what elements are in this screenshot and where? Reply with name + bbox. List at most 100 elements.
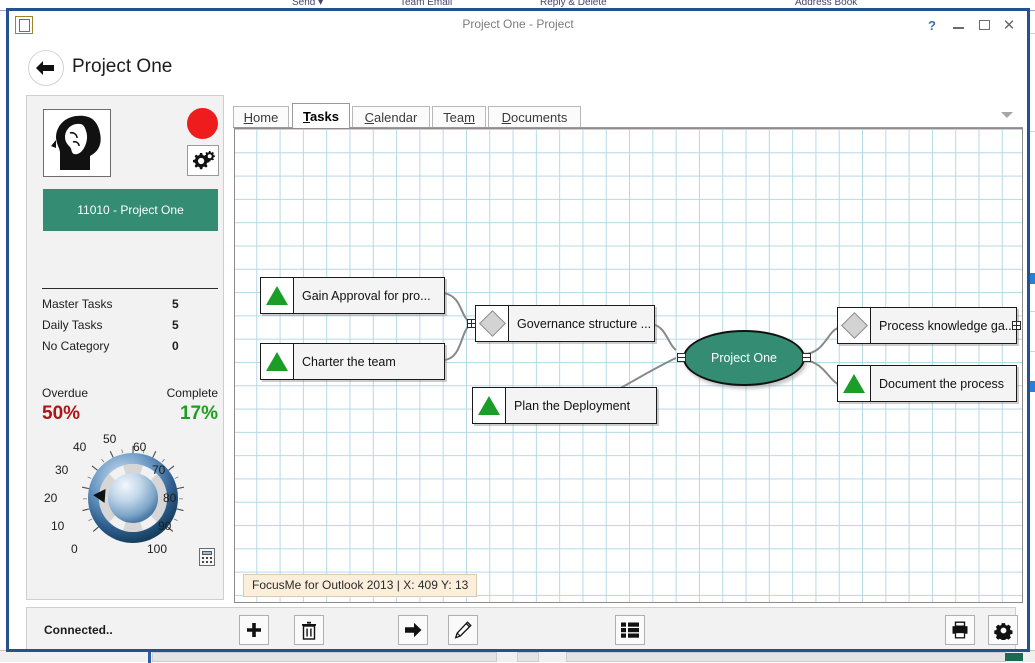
complete-label: Complete bbox=[167, 386, 218, 400]
title-bar: Project One - Project ? ✕ bbox=[9, 11, 1027, 41]
gauge-tick-40: 40 bbox=[73, 440, 86, 454]
tab-strip: Home Tasks Calendar Team Documents bbox=[233, 103, 1023, 128]
back-button[interactable] bbox=[28, 50, 64, 86]
plus-icon bbox=[245, 621, 263, 639]
green-triangle-icon bbox=[473, 388, 506, 423]
move-button[interactable] bbox=[398, 615, 428, 645]
list-grid-icon bbox=[620, 621, 640, 639]
gauge-tick-50: 50 bbox=[103, 432, 116, 446]
gear-icon bbox=[994, 621, 1013, 640]
tab-tasks[interactable]: Tasks bbox=[292, 103, 350, 128]
head-brain-icon bbox=[43, 109, 111, 177]
tab-team[interactable]: Team bbox=[432, 106, 486, 128]
maximize-icon bbox=[979, 20, 990, 30]
bg-ribbon-item: Team Email bbox=[400, 0, 452, 8]
connector-handle[interactable] bbox=[1012, 321, 1021, 330]
stat-value: 5 bbox=[172, 297, 179, 311]
node-gain-approval[interactable]: Gain Approval for pro... bbox=[260, 277, 445, 314]
canvas-status-tooltip: FocusMe for Outlook 2013 | X: 409 Y: 13 bbox=[243, 574, 477, 597]
node-label: Process knowledge ga... bbox=[871, 308, 1016, 343]
close-icon: ✕ bbox=[1003, 18, 1016, 33]
project-sidebar: 11010 - Project One Master Tasks 5 Daily… bbox=[26, 95, 224, 600]
node-label: Document the process bbox=[871, 366, 1016, 401]
gauge-tick-20: 20 bbox=[44, 491, 57, 505]
node-process-knowledge-gap[interactable]: Process knowledge ga... bbox=[837, 307, 1017, 344]
sidebar-divider bbox=[42, 288, 218, 289]
node-plan-the-deployment[interactable]: Plan the Deployment bbox=[472, 387, 657, 424]
project-selector-label: 11010 - Project One bbox=[77, 203, 184, 217]
red-status-dot-icon[interactable] bbox=[187, 108, 218, 139]
gauge-tick-30: 30 bbox=[55, 463, 68, 477]
bg-ribbon-item: Reply & Delete bbox=[540, 0, 607, 8]
stat-value: 0 bbox=[172, 339, 179, 353]
stat-row-master-tasks: Master Tasks 5 bbox=[42, 297, 218, 318]
gauge-tick-60: 60 bbox=[133, 440, 146, 454]
project-window: Project One - Project ? ✕ Project One bbox=[6, 8, 1030, 652]
print-button[interactable] bbox=[945, 615, 975, 645]
stat-label: Daily Tasks bbox=[42, 318, 102, 332]
stat-label: Master Tasks bbox=[42, 297, 112, 311]
page-header: Project One bbox=[9, 41, 1027, 93]
bg-ribbon-item: Send ▾ bbox=[292, 0, 323, 8]
help-button[interactable]: ? bbox=[921, 15, 943, 35]
maximize-button[interactable] bbox=[973, 15, 995, 35]
pencil-icon bbox=[454, 621, 472, 639]
green-triangle-icon bbox=[261, 344, 294, 379]
complete-value: 17% bbox=[180, 403, 218, 425]
gauge-tick-100: 100 bbox=[147, 542, 167, 556]
trash-icon bbox=[300, 621, 318, 640]
calculator-icon[interactable] bbox=[199, 548, 215, 566]
arrow-right-icon bbox=[403, 621, 423, 639]
node-project-one-center[interactable]: Project One bbox=[683, 330, 805, 386]
edit-button[interactable] bbox=[448, 615, 478, 645]
chevron-down-icon[interactable] bbox=[1001, 112, 1013, 118]
node-label: Gain Approval for pro... bbox=[294, 278, 444, 313]
node-label: Charter the team bbox=[294, 344, 444, 379]
bg-ribbon-item: Address Book bbox=[795, 0, 857, 8]
metrics-row: Overdue 50% Complete 17% bbox=[42, 386, 218, 432]
gauge-tick-80: 80 bbox=[163, 491, 176, 505]
gauge-tick-0: 0 bbox=[71, 542, 78, 556]
page-title: Project One bbox=[72, 56, 172, 78]
overdue-label: Overdue bbox=[42, 386, 88, 400]
tab-calendar[interactable]: Calendar bbox=[352, 106, 430, 128]
add-button[interactable] bbox=[239, 615, 269, 645]
minimize-button[interactable] bbox=[947, 15, 969, 35]
center-node-label: Project One bbox=[711, 351, 777, 365]
node-governance-structure[interactable]: Governance structure ... bbox=[475, 305, 655, 342]
printer-icon bbox=[951, 621, 969, 639]
task-diagram-canvas[interactable]: Gain Approval for pro... Charter the tea… bbox=[234, 128, 1023, 603]
node-label: Governance structure ... bbox=[509, 306, 654, 341]
overdue-value: 50% bbox=[42, 403, 80, 425]
connector-handle-right[interactable] bbox=[802, 353, 811, 362]
stat-row-daily-tasks: Daily Tasks 5 bbox=[42, 318, 218, 339]
project-selector-button[interactable]: 11010 - Project One bbox=[43, 189, 218, 231]
bottom-toolbar: Connected.. bbox=[26, 607, 1016, 651]
minimize-icon bbox=[953, 27, 964, 29]
node-label: Plan the Deployment bbox=[506, 388, 656, 423]
stat-value: 5 bbox=[172, 318, 179, 332]
connection-status: Connected.. bbox=[44, 623, 113, 637]
stat-row-no-category: No Category 0 bbox=[42, 339, 218, 360]
settings-button[interactable] bbox=[988, 615, 1018, 645]
tab-home[interactable]: Home bbox=[233, 106, 289, 128]
green-triangle-icon bbox=[838, 366, 871, 401]
node-document-the-process[interactable]: Document the process bbox=[837, 365, 1017, 402]
gray-diamond-icon bbox=[838, 308, 871, 343]
tab-documents[interactable]: Documents bbox=[488, 106, 581, 128]
node-charter-the-team[interactable]: Charter the team bbox=[260, 343, 445, 380]
list-button[interactable] bbox=[615, 615, 645, 645]
connector-handle-left[interactable] bbox=[677, 353, 686, 362]
stat-label: No Category bbox=[42, 339, 109, 353]
progress-dial-gauge[interactable]: 50 40 60 30 70 20 80 10 90 0 100 bbox=[55, 436, 215, 566]
green-triangle-icon bbox=[261, 278, 294, 313]
gauge-tick-90: 90 bbox=[158, 519, 171, 533]
gauge-tick-70: 70 bbox=[152, 463, 165, 477]
gray-diamond-icon bbox=[476, 306, 509, 341]
gears-settings-icon[interactable] bbox=[187, 145, 219, 176]
connector-handle[interactable] bbox=[467, 319, 476, 328]
window-title: Project One - Project bbox=[9, 17, 1027, 31]
close-button[interactable]: ✕ bbox=[998, 15, 1020, 35]
gauge-tick-10: 10 bbox=[51, 519, 64, 533]
delete-button[interactable] bbox=[294, 615, 324, 645]
